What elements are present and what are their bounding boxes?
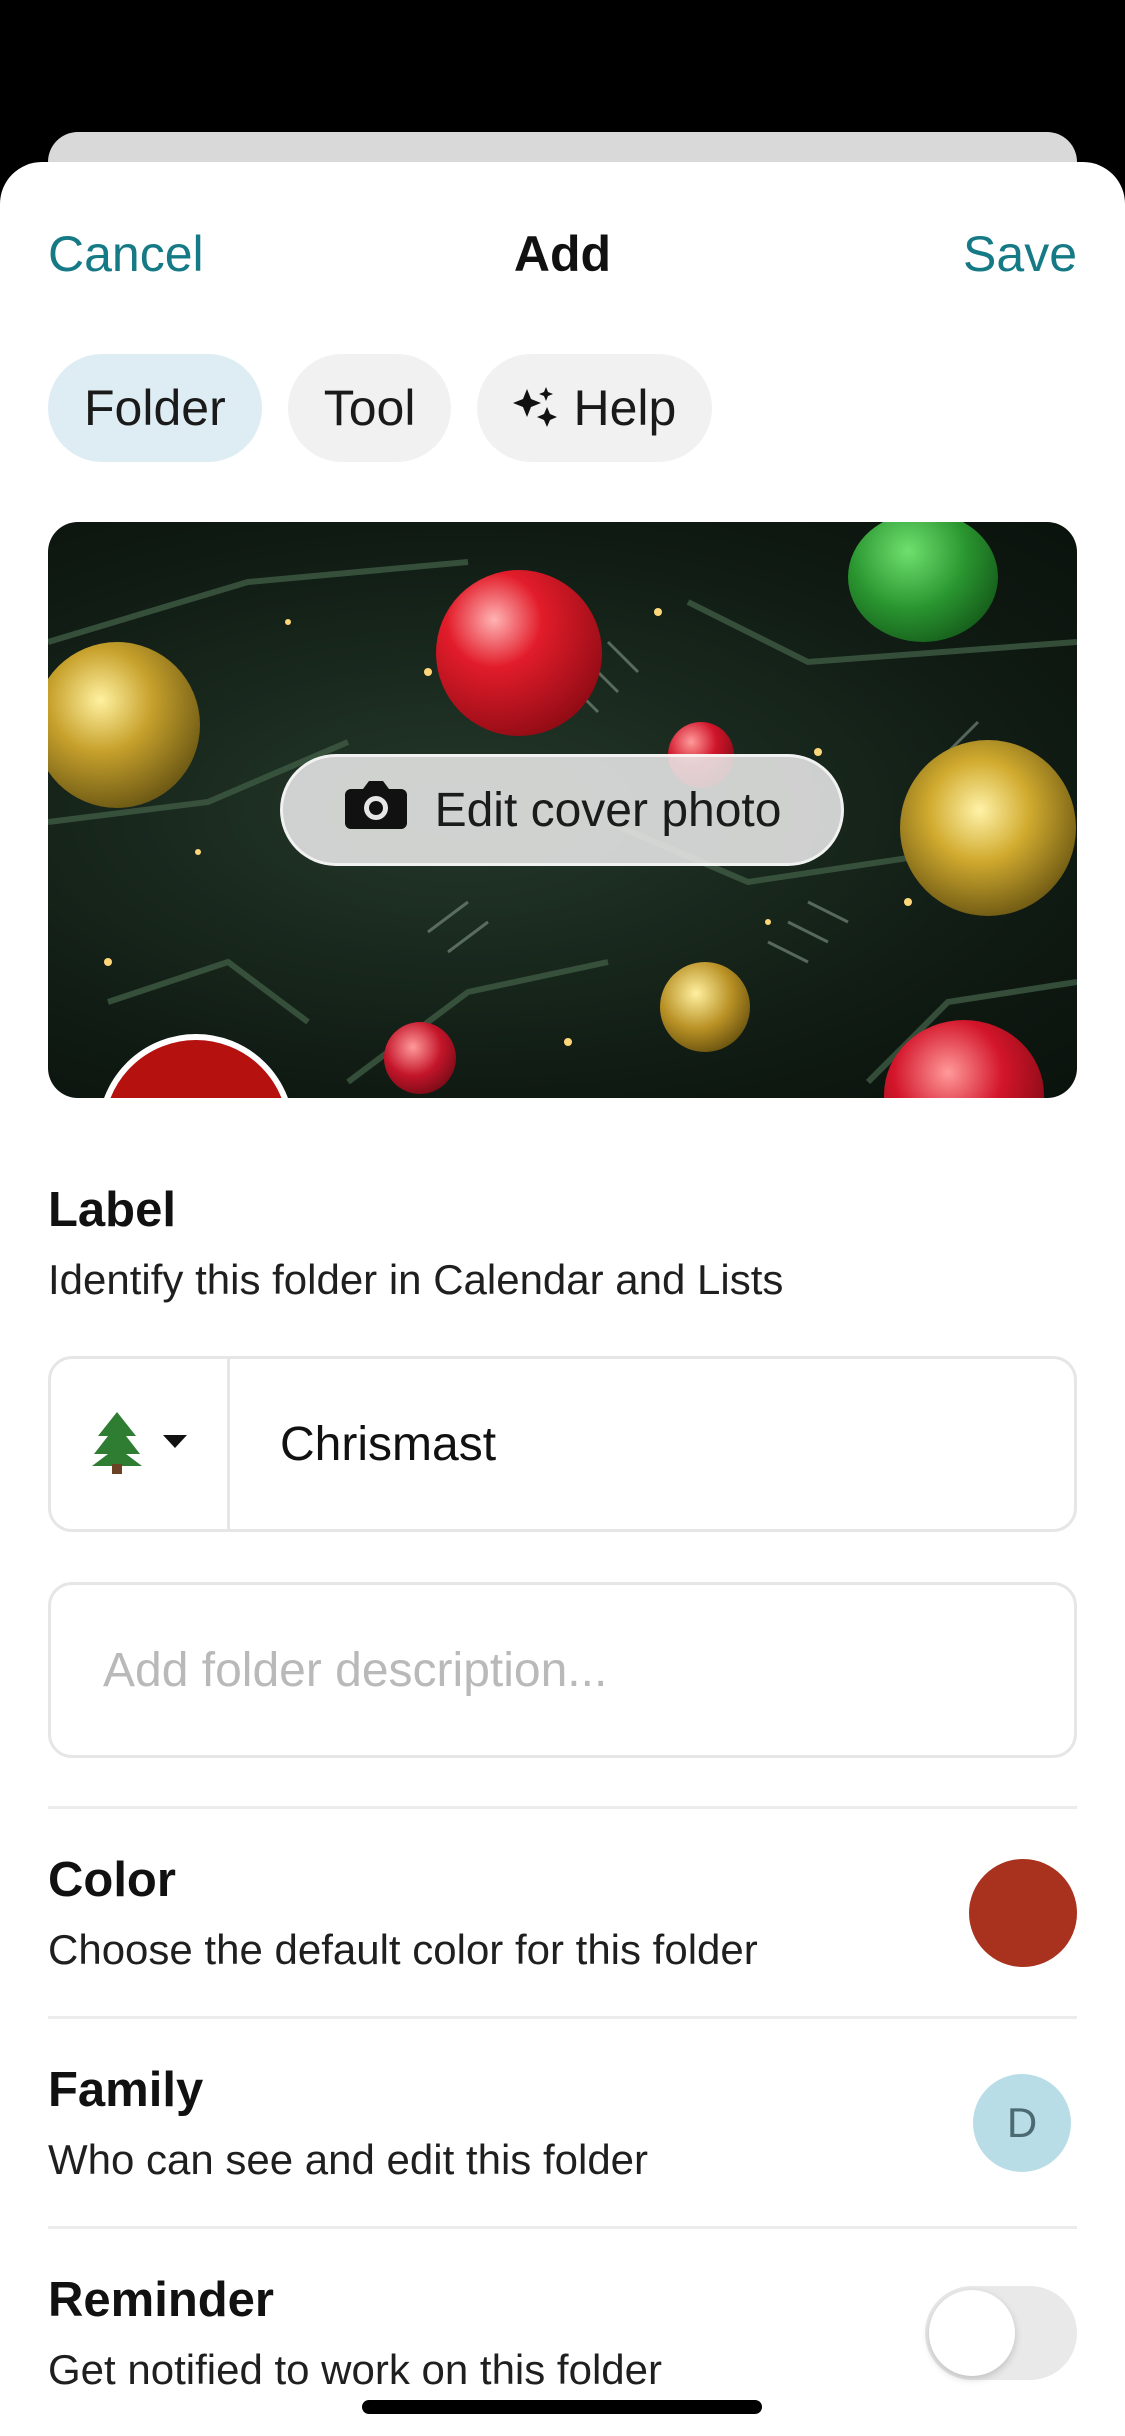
sparkles-icon [513, 385, 559, 431]
tab-help-label: Help [573, 380, 677, 436]
home-indicator [362, 2400, 762, 2414]
red-ornament-tiny [384, 1022, 456, 1094]
camera-icon [343, 777, 409, 843]
cancel-button[interactable]: Cancel [48, 224, 204, 284]
reminder-toggle[interactable] [925, 2286, 1077, 2380]
divider [48, 2226, 1077, 2229]
tab-help[interactable]: Help [477, 354, 713, 462]
edit-cover-photo-button[interactable]: Edit cover photo [280, 754, 844, 866]
reminder-title: Reminder [48, 2273, 275, 2327]
label-subtitle: Identify this folder in Calendar and Lis… [48, 1256, 784, 1303]
tree-emoji-icon [90, 1410, 144, 1479]
description-field[interactable] [48, 1582, 1077, 1758]
tab-tool[interactable]: Tool [287, 354, 452, 462]
label-input[interactable] [278, 1415, 1042, 1473]
edit-cover-photo-label: Edit cover photo [434, 783, 782, 837]
cover-photo[interactable]: Edit cover photo [48, 522, 1077, 1098]
gold-ornament-right [900, 740, 1076, 916]
description-input[interactable] [101, 1641, 1024, 1699]
type-tabs: Folder Tool Help [48, 354, 713, 462]
reminder-subtitle: Get notified to work on this folder [48, 2346, 662, 2393]
label-field [48, 1356, 1077, 1532]
color-subtitle: Choose the default color for this folder [48, 1926, 758, 1973]
toggle-knob [929, 2290, 1015, 2376]
divider [48, 1806, 1077, 1809]
sheet-title: Add [513, 226, 612, 282]
member-avatar[interactable]: D [973, 2074, 1071, 2172]
color-title: Color [48, 1853, 176, 1907]
chevron-down-icon [162, 1434, 188, 1455]
emoji-picker[interactable] [51, 1359, 230, 1529]
tab-folder[interactable]: Folder [48, 354, 262, 462]
save-button[interactable]: Save [963, 224, 1077, 284]
tab-folder-label: Folder [84, 380, 226, 436]
color-swatch[interactable] [969, 1859, 1077, 1967]
label-title: Label [48, 1183, 176, 1237]
family-subtitle: Who can see and edit this folder [48, 2136, 649, 2183]
tab-tool-label: Tool [323, 380, 416, 436]
gold-ornament-small [660, 962, 750, 1052]
divider [48, 2016, 1077, 2019]
red-ornament [436, 570, 602, 736]
add-folder-sheet: Cancel Add Save Folder Tool Help Edit co… [0, 162, 1125, 2436]
family-title: Family [48, 2063, 204, 2117]
